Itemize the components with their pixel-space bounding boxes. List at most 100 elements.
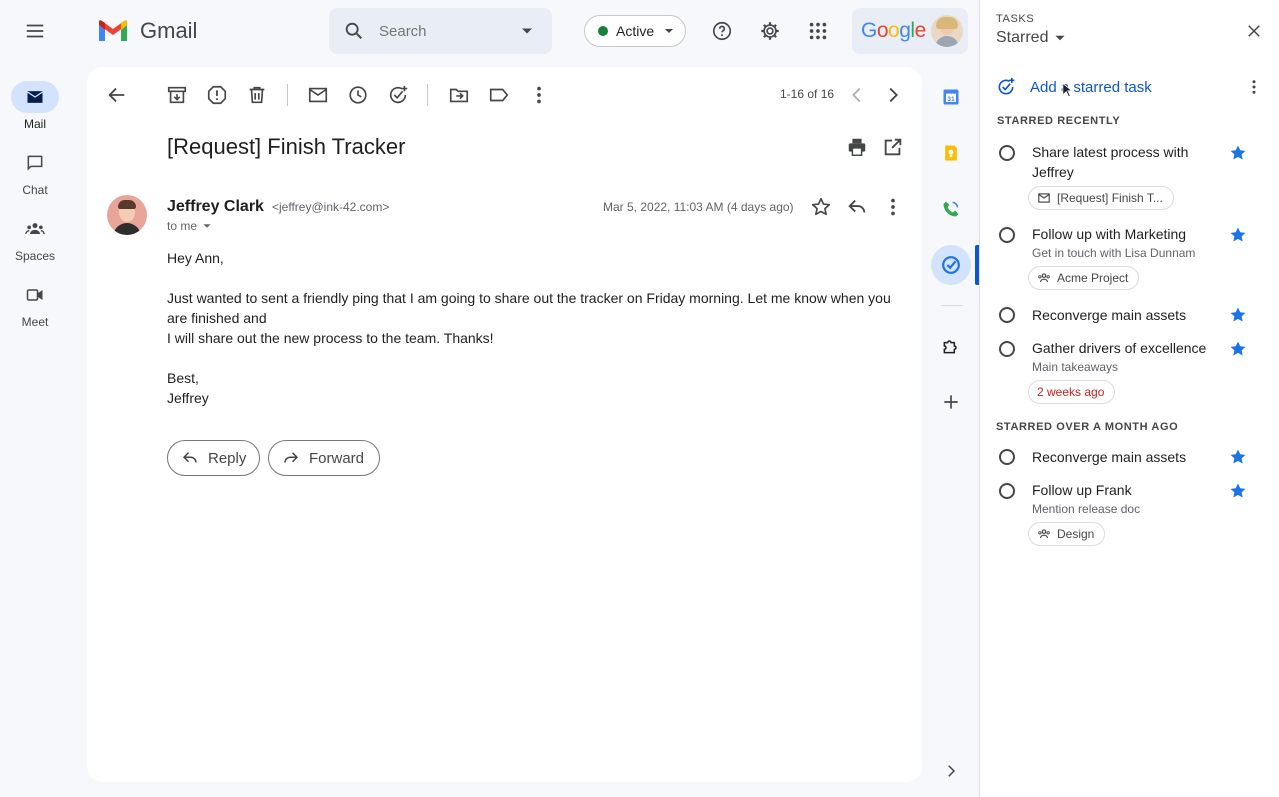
more-options-button[interactable] (521, 77, 557, 113)
reply-button[interactable]: Reply (167, 440, 260, 476)
delete-button[interactable] (239, 77, 275, 113)
add-task-icon (998, 77, 1015, 95)
search-options-icon[interactable] (517, 21, 537, 41)
star-filled-icon[interactable] (1229, 340, 1247, 358)
more-vertical-icon (891, 198, 895, 216)
recipient-details[interactable]: to me (167, 219, 214, 233)
calendar-addon-button[interactable]: 31 (933, 79, 969, 115)
search-input[interactable] (379, 19, 509, 43)
rail-label: Mail (23, 117, 46, 131)
open-new-window-button[interactable] (875, 129, 911, 165)
task-space-chip[interactable]: Design (1028, 522, 1106, 546)
forward-button[interactable]: Forward (268, 440, 380, 476)
snooze-button[interactable] (340, 77, 376, 113)
report-spam-button[interactable] (199, 77, 235, 113)
task-complete-checkbox[interactable] (999, 341, 1015, 357)
get-addons-button[interactable] (933, 384, 969, 420)
email-body-line2: I will share out the new process to the … (167, 330, 494, 346)
task-title[interactable]: Gather drivers of excellence (1032, 338, 1232, 358)
sender-email: <jeffrey@ink-42.com> (272, 200, 390, 214)
help-button[interactable] (704, 13, 740, 49)
task-space-chip[interactable]: Acme Project (1028, 266, 1140, 290)
phone-icon (943, 201, 959, 217)
tasks-more-button[interactable] (1236, 69, 1272, 105)
newer-button[interactable] (839, 77, 875, 113)
keep-addon-button[interactable] (933, 135, 969, 171)
main-menu-button[interactable] (17, 13, 53, 49)
contacts-addon-button[interactable] (933, 191, 969, 227)
star-filled-icon[interactable] (1229, 306, 1247, 324)
sender-avatar[interactable] (107, 195, 147, 235)
tasks-addon-button[interactable] (931, 245, 971, 285)
status-selector[interactable]: Active (584, 15, 686, 47)
add-starred-task-button[interactable]: Add a starred task (996, 77, 1152, 97)
rail-item-chat[interactable]: Chat (0, 147, 70, 197)
task-list-selector[interactable]: Starred (996, 29, 1069, 47)
account-switcher[interactable]: Google (852, 8, 968, 54)
task-complete-checkbox[interactable] (999, 307, 1015, 323)
chevron-right-icon (889, 87, 898, 103)
task-complete-checkbox[interactable] (999, 145, 1015, 161)
puzzle-icon (943, 340, 957, 354)
spaces-icon (25, 223, 45, 235)
app-name: Gmail (140, 18, 198, 43)
task-title[interactable]: Share latest process with Jeffrey (1032, 142, 1212, 182)
star-filled-icon[interactable] (1229, 448, 1247, 466)
hamburger-menu-icon (26, 24, 44, 38)
reply-icon-button[interactable] (839, 189, 875, 225)
move-to-button[interactable] (441, 77, 477, 113)
mouse-cursor-icon (1062, 82, 1072, 98)
task-title[interactable]: Follow up Frank (1032, 480, 1212, 500)
star-filled-icon[interactable] (1229, 226, 1247, 244)
task-title[interactable]: Reconverge main assets (1032, 447, 1212, 467)
addons-button[interactable] (933, 328, 969, 364)
task-title[interactable]: Follow up with Marketing (1032, 224, 1212, 244)
task-title[interactable]: Reconverge main assets (1032, 305, 1212, 325)
task-due-date-chip[interactable]: 2 weeks ago (1028, 380, 1116, 404)
email-signature: Jeffrey (167, 390, 209, 406)
add-task-label: Add a starred task (1030, 78, 1152, 96)
star-filled-icon[interactable] (1229, 482, 1247, 500)
chip-label: Design (1057, 527, 1095, 541)
mark-unread-button[interactable] (300, 77, 336, 113)
email-greeting: Hey Ann, (167, 250, 224, 266)
email-subject: [Request] Finish Tracker (167, 134, 406, 159)
task-complete-checkbox[interactable] (999, 483, 1015, 499)
apps-button[interactable] (800, 13, 836, 49)
settings-button[interactable] (752, 13, 788, 49)
trash-icon (249, 86, 265, 104)
reply-icon (848, 199, 866, 213)
task-complete-checkbox[interactable] (999, 449, 1015, 465)
print-button[interactable] (839, 129, 875, 165)
star-button[interactable] (803, 189, 839, 225)
task-email-chip[interactable]: [Request] Finish T... (1028, 186, 1174, 210)
rail-item-spaces[interactable]: Spaces (0, 213, 70, 263)
meet-icon (26, 289, 43, 301)
apps-grid-icon (809, 22, 827, 40)
archive-button[interactable] (159, 77, 195, 113)
search-bar[interactable] (329, 8, 552, 54)
sender-name[interactable]: Jeffrey Clark (167, 198, 264, 216)
rail-item-meet[interactable]: Meet (0, 279, 70, 329)
older-button[interactable] (875, 77, 911, 113)
archive-icon (167, 86, 187, 104)
spaces-icon (1038, 273, 1050, 283)
rail-item-mail[interactable]: Mail (0, 81, 70, 131)
star-outline-icon (811, 197, 831, 216)
chevron-down-icon (1055, 35, 1065, 41)
email-signoff: Best, (167, 370, 199, 386)
add-to-tasks-button[interactable] (380, 77, 416, 113)
back-button[interactable] (99, 77, 135, 113)
collapse-panel-button[interactable] (933, 753, 969, 789)
keep-icon (945, 145, 957, 161)
avatar[interactable] (931, 15, 963, 47)
star-filled-icon[interactable] (1229, 144, 1247, 162)
task-complete-checkbox[interactable] (999, 227, 1015, 243)
gmail-logo[interactable]: Gmail (96, 17, 206, 45)
message-more-button[interactable] (875, 189, 911, 225)
labels-button[interactable] (481, 77, 517, 113)
add-task-icon (389, 85, 408, 104)
close-tasks-button[interactable] (1236, 13, 1272, 49)
chevron-right-icon (948, 765, 956, 777)
task-details: Main takeaways (1032, 360, 1119, 374)
